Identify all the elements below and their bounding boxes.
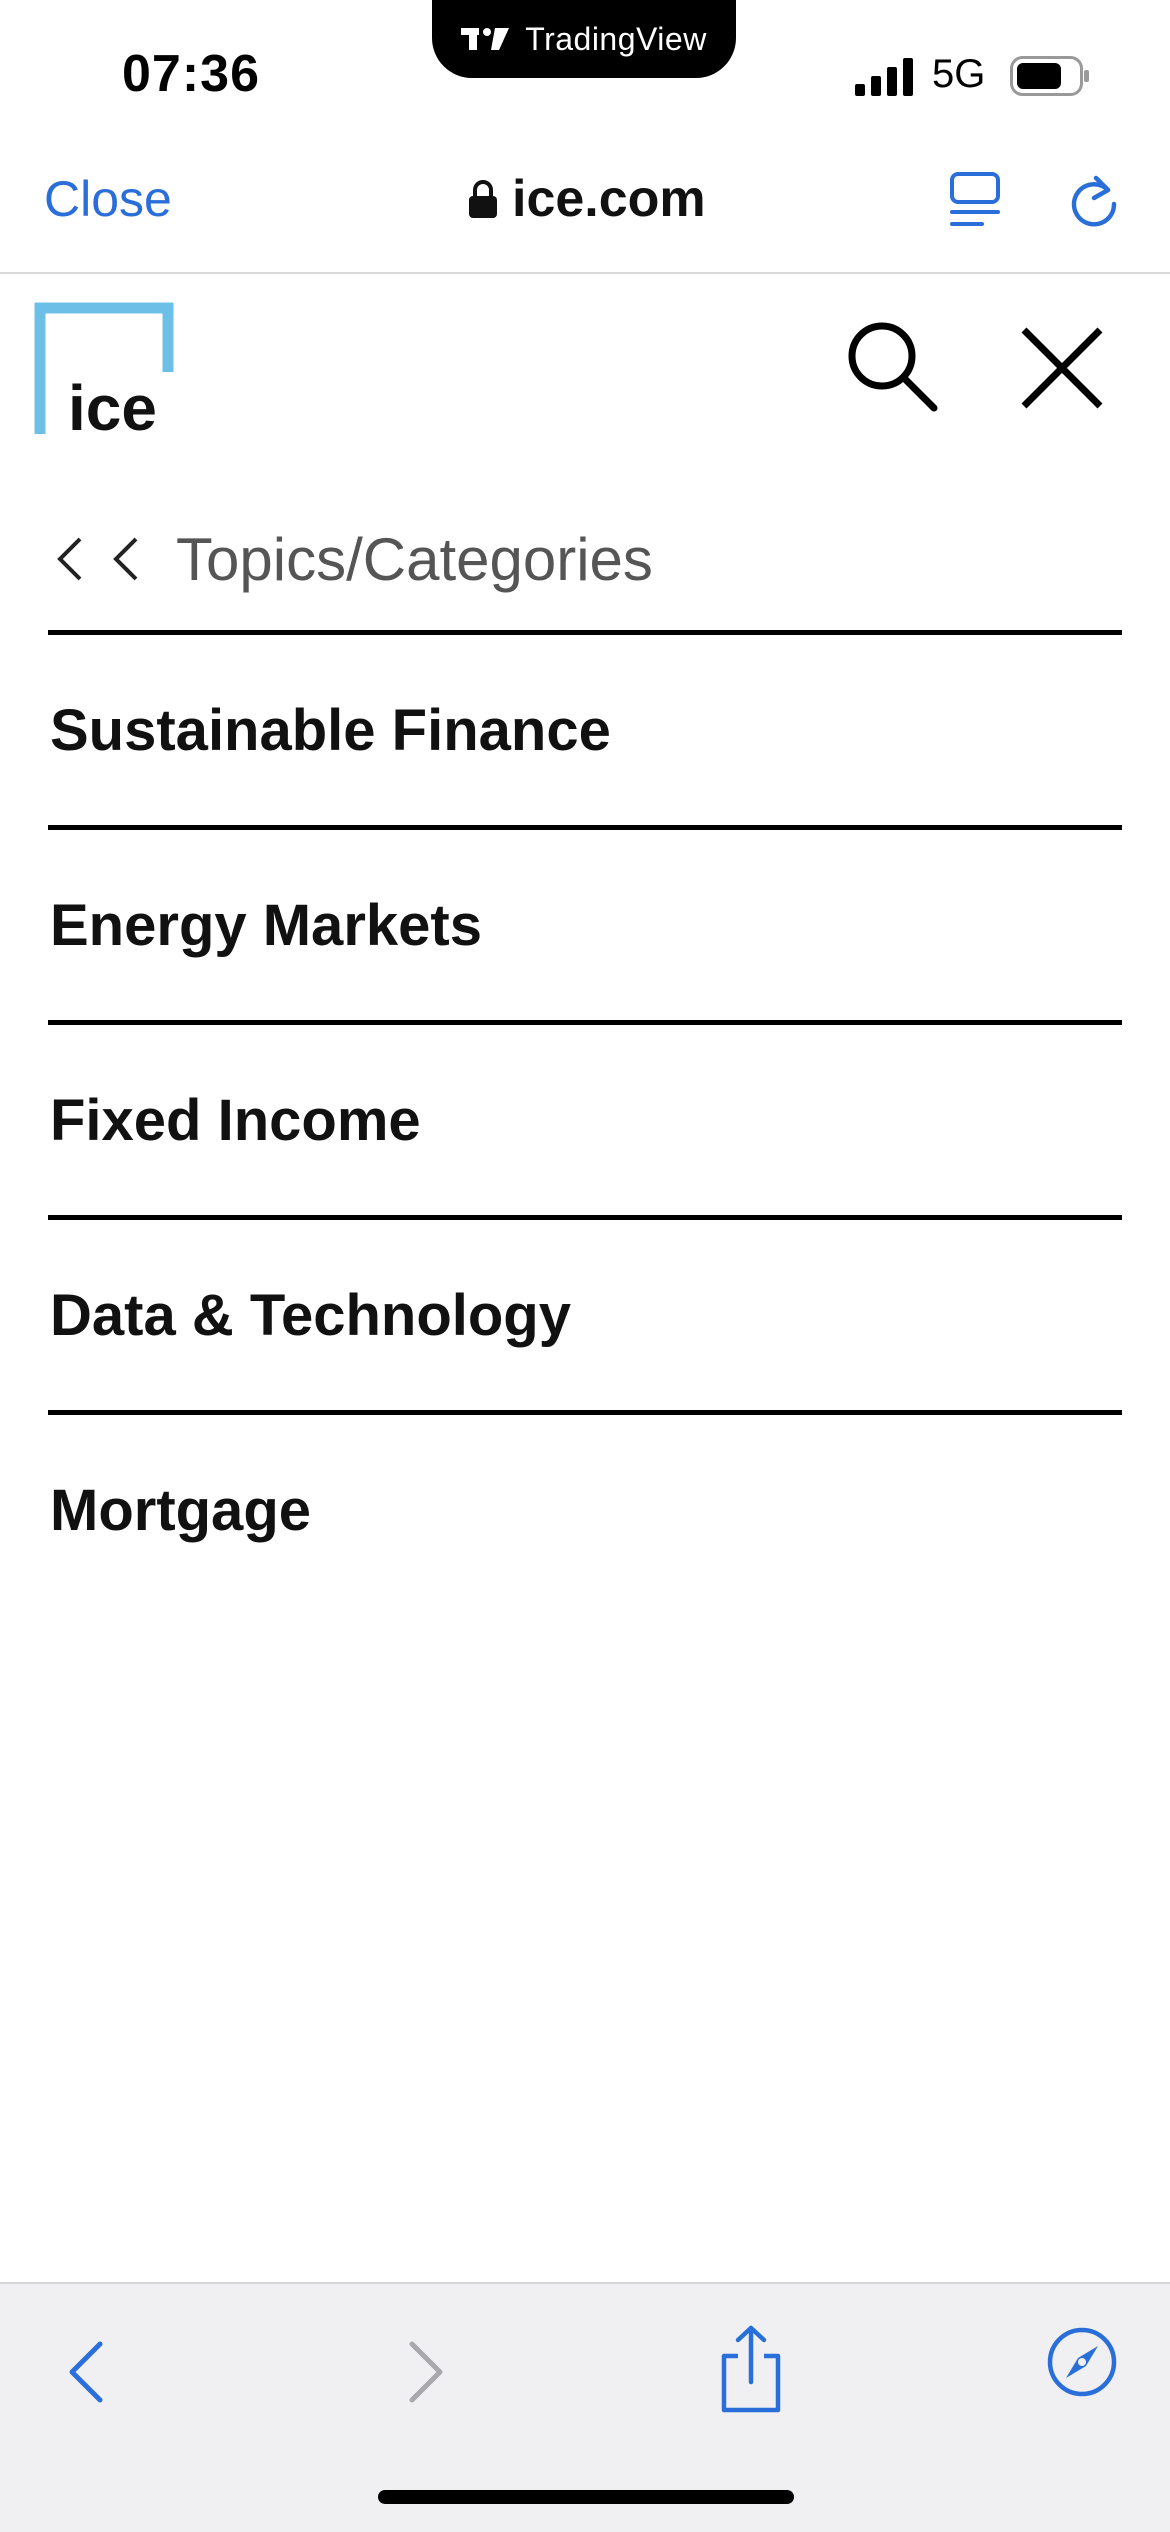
page: 07:36 TradingView 5G Close ice.com ice T… xyxy=(0,0,1170,2532)
forward-icon[interactable] xyxy=(402,2336,450,2408)
menu-item-mortgage[interactable]: Mortgage xyxy=(48,1410,1122,1605)
breadcrumb: Topics/Categories xyxy=(50,514,653,604)
reload-icon[interactable] xyxy=(1064,168,1124,230)
tradingview-logo-icon xyxy=(461,28,510,50)
ice-logo[interactable]: ice xyxy=(34,300,174,440)
battery-icon xyxy=(1010,56,1089,96)
signal-icon xyxy=(855,58,913,96)
browser-header: Close ice.com xyxy=(0,130,1170,274)
menu-item-energy-markets[interactable]: Energy Markets xyxy=(48,825,1122,1020)
chevron-left-icon[interactable] xyxy=(106,533,146,585)
menu-item-label: Mortgage xyxy=(50,1477,311,1543)
search-icon[interactable] xyxy=(844,318,940,414)
status-bar: 07:36 TradingView 5G xyxy=(0,0,1170,130)
logo-text: ice xyxy=(68,372,157,440)
menu-item-data-technology[interactable]: Data & Technology xyxy=(48,1215,1122,1410)
url-display[interactable]: ice.com xyxy=(468,168,706,230)
status-time: 07:36 xyxy=(122,45,260,103)
dynamic-island[interactable]: TradingView xyxy=(432,0,736,78)
island-app-name: TradingView xyxy=(525,20,707,57)
back-icon[interactable] xyxy=(62,2336,110,2408)
menu-item-label: Fixed Income xyxy=(50,1087,421,1153)
reader-view-icon[interactable] xyxy=(948,168,1004,230)
chevron-left-icon[interactable] xyxy=(50,533,90,585)
lock-icon xyxy=(469,180,497,218)
home-indicator[interactable] xyxy=(378,2490,794,2504)
url-text: ice.com xyxy=(512,170,706,228)
safari-icon[interactable] xyxy=(1046,2326,1118,2398)
menu-item-label: Sustainable Finance xyxy=(50,697,611,763)
menu-item-sustainable-finance[interactable]: Sustainable Finance xyxy=(48,630,1122,825)
share-icon[interactable] xyxy=(716,2324,786,2414)
menu-item-label: Energy Markets xyxy=(50,892,482,958)
menu-item-fixed-income[interactable]: Fixed Income xyxy=(48,1020,1122,1215)
network-type: 5G xyxy=(932,52,986,96)
close-menu-icon[interactable] xyxy=(1020,326,1104,410)
breadcrumb-label: Topics/Categories xyxy=(176,525,653,593)
close-button[interactable]: Close xyxy=(44,170,172,228)
menu-item-label: Data & Technology xyxy=(50,1282,571,1348)
category-menu: Sustainable Finance Energy Markets Fixed… xyxy=(48,630,1122,1605)
